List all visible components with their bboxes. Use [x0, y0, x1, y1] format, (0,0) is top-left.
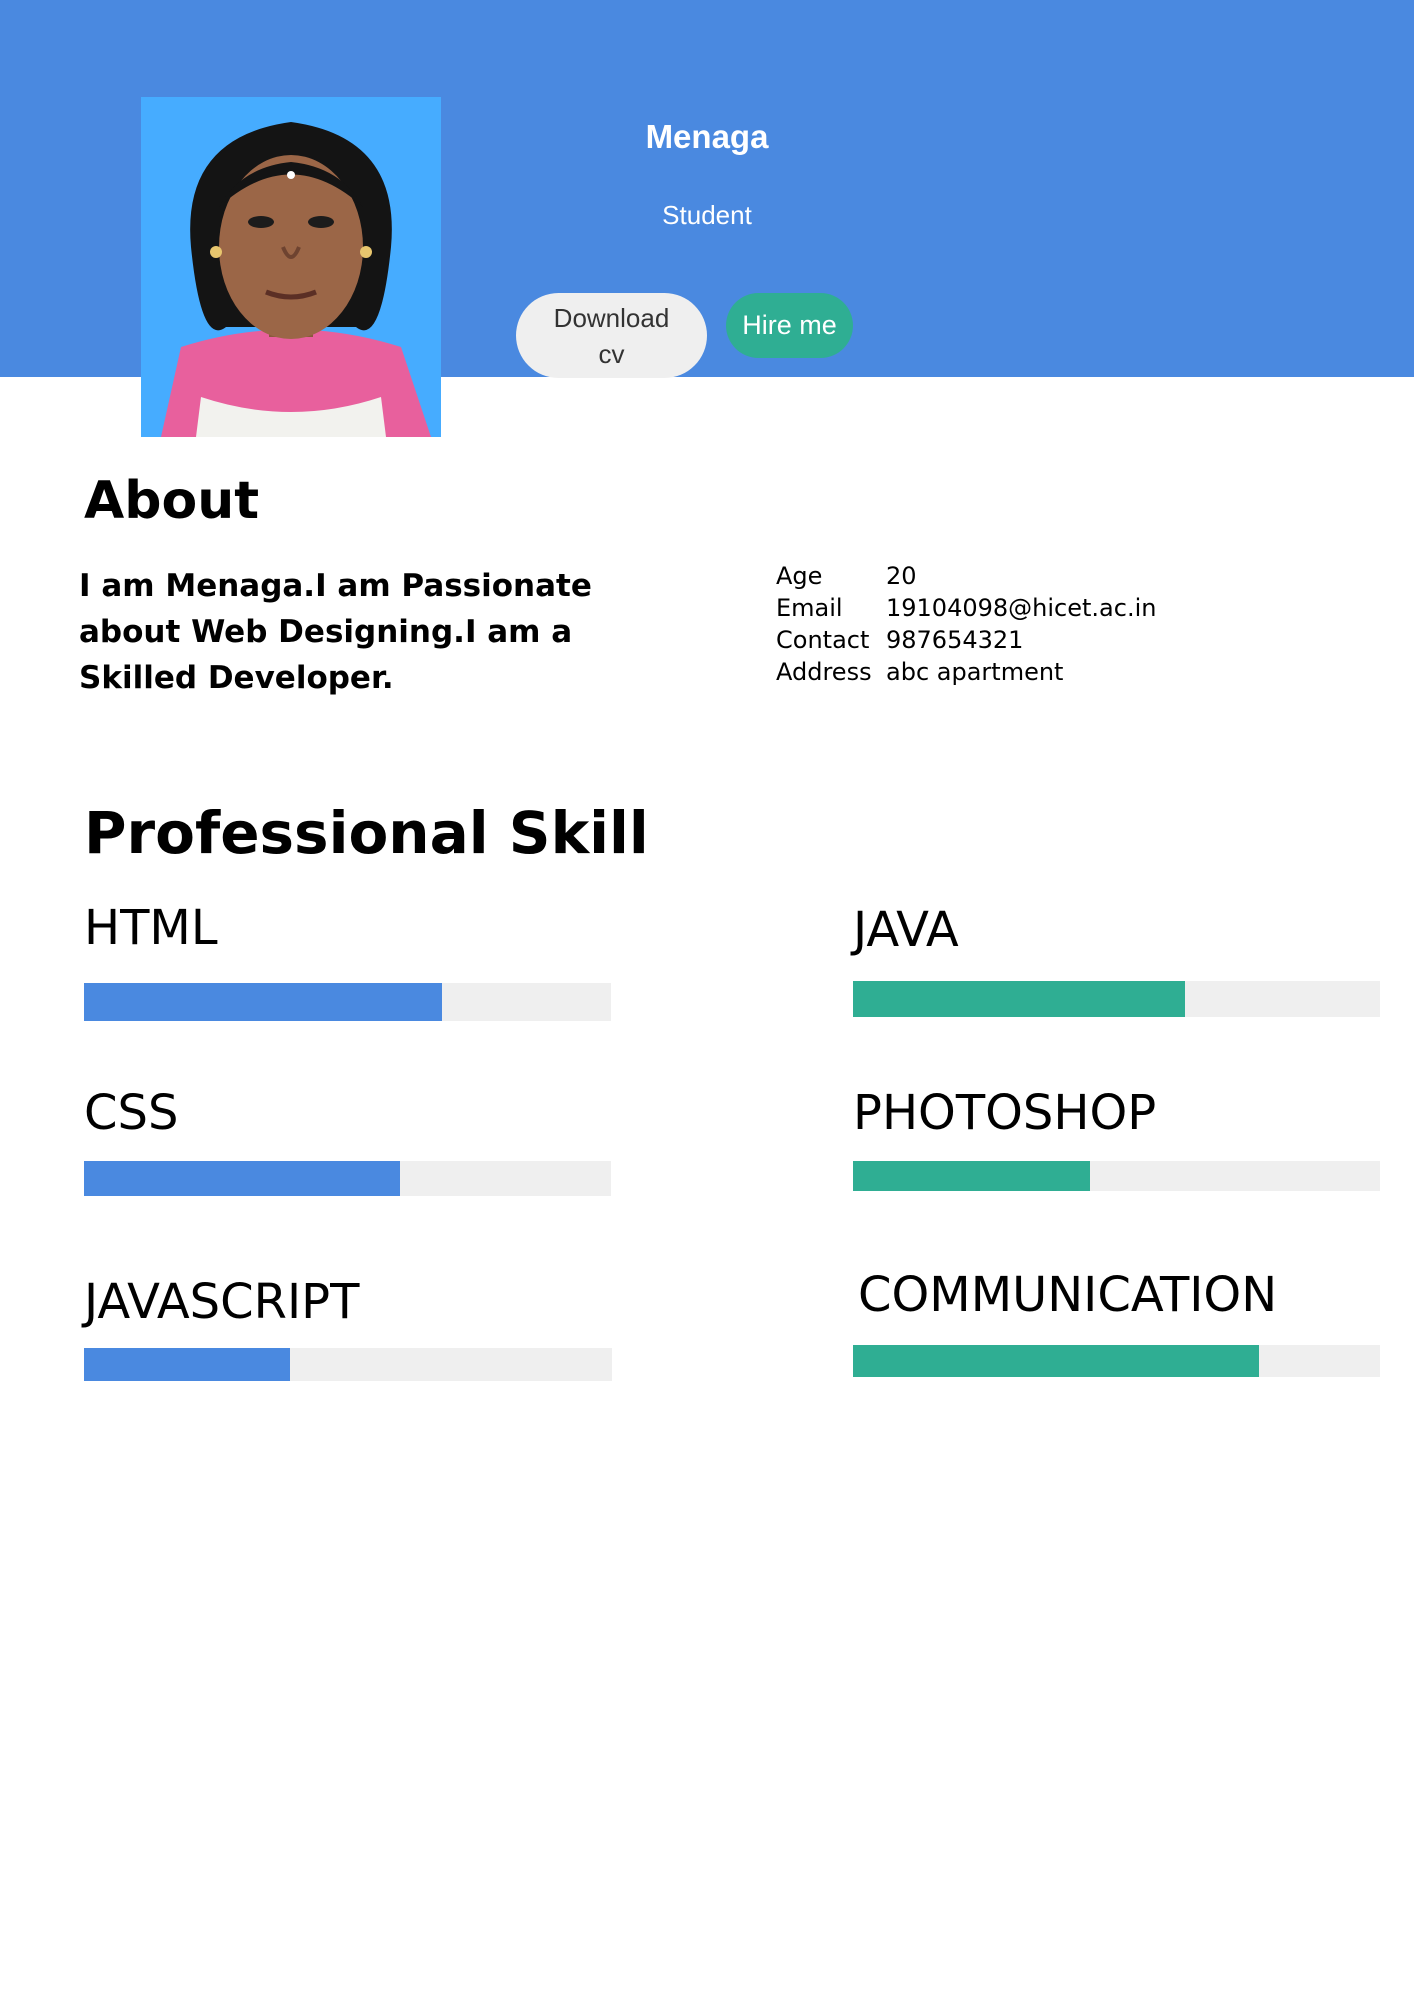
profile-name: Menaga — [645, 118, 769, 155]
skill-bar-fill — [853, 1345, 1259, 1377]
info-value: 19104098@hicet.ac.in — [886, 594, 1157, 622]
profile-photo — [141, 97, 441, 437]
info-value: abc apartment — [886, 658, 1064, 686]
hire-me-button[interactable]: Hire me — [726, 293, 853, 358]
skill-label-photoshop: PHOTOSHOP — [853, 1085, 1157, 1141]
info-row-age: Age 20 — [776, 560, 1156, 592]
hire-me-label: Hire me — [742, 310, 837, 340]
skill-bar-fill — [84, 1161, 401, 1196]
info-row-email: Email 19104098@hicet.ac.in — [776, 592, 1156, 624]
skill-bar-communication — [853, 1345, 1380, 1377]
info-key: Email — [776, 594, 843, 622]
skill-label-css: CSS — [84, 1085, 179, 1141]
about-heading: About — [84, 471, 260, 531]
skills-heading: Professional Skill — [84, 799, 649, 867]
info-key: Contact — [776, 626, 870, 654]
skill-bar-fill — [84, 983, 443, 1021]
skill-bar-photoshop — [853, 1161, 1380, 1191]
skill-label-javascript: JAVASCRIPT — [84, 1274, 360, 1330]
skill-bar-javascript — [84, 1348, 612, 1381]
skill-bar-fill — [84, 1348, 290, 1381]
skill-label-communication: COMMUNICATION — [858, 1267, 1278, 1323]
skill-bar-fill — [853, 981, 1185, 1017]
info-value: 20 — [886, 562, 917, 590]
skill-label-html: HTML — [84, 900, 218, 956]
info-row-contact: Contact 987654321 — [776, 624, 1156, 656]
profile-role: Student — [662, 200, 752, 230]
download-cv-label: Download cv — [553, 302, 670, 369]
about-description: I am Menaga.I am Passionate about Web De… — [79, 568, 592, 696]
download-cv-button[interactable]: Download cv — [516, 293, 707, 378]
info-row-address: Address abc apartment — [776, 656, 1156, 688]
skill-bar-java — [853, 981, 1380, 1017]
skill-bar-html — [84, 983, 611, 1021]
personal-info: Age 20 Email 19104098@hicet.ac.in Contac… — [776, 560, 1156, 688]
skill-bar-fill — [853, 1161, 1091, 1191]
skill-bar-css — [84, 1161, 611, 1196]
info-key: Address — [776, 658, 872, 686]
skill-label-java: JAVA — [853, 902, 959, 958]
info-value: 987654321 — [886, 626, 1024, 654]
info-key: Age — [776, 562, 823, 590]
